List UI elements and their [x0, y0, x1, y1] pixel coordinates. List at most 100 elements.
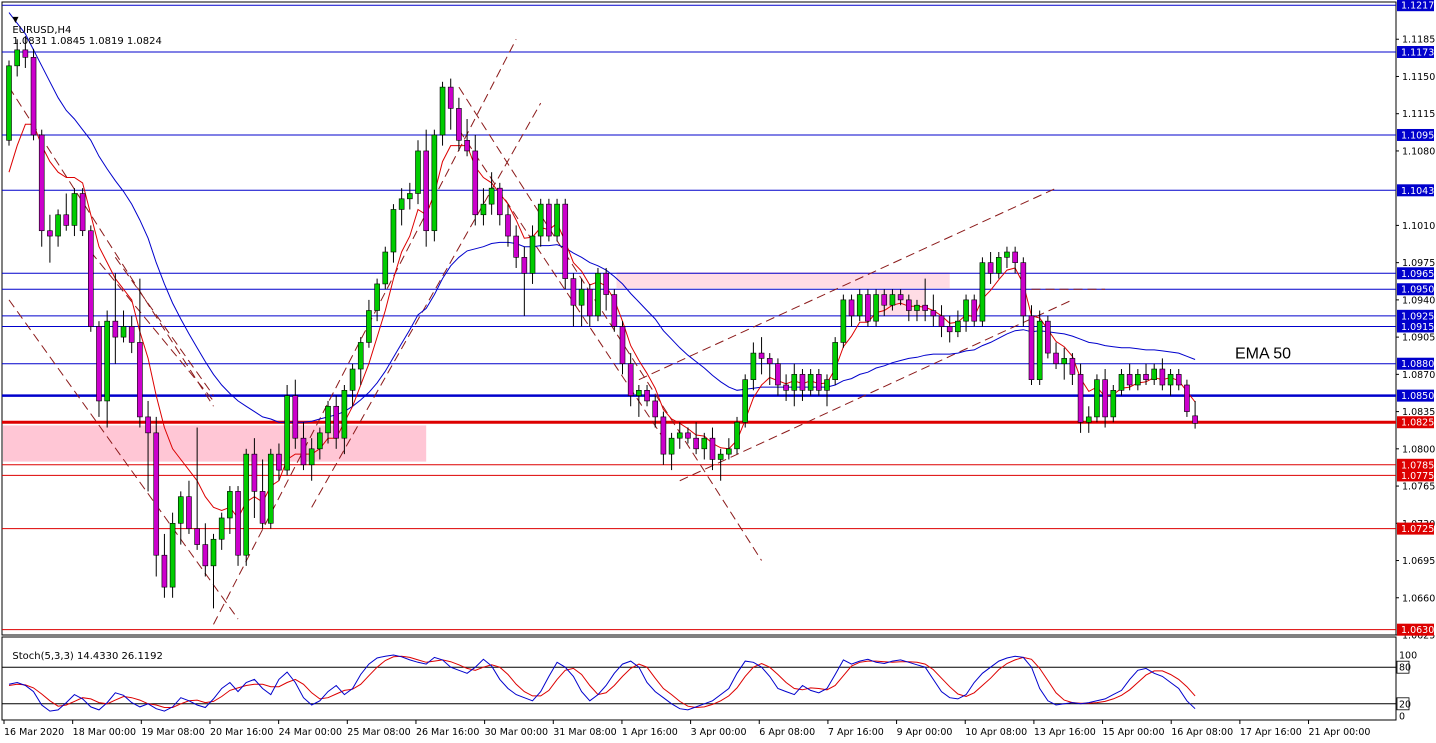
- candle: [1110, 384, 1117, 423]
- candle-body: [832, 342, 838, 380]
- candle: [848, 294, 855, 327]
- candle: [63, 193, 70, 231]
- price-tick-label: 1.1185: [1402, 35, 1435, 46]
- candle: [71, 188, 78, 237]
- candle: [137, 278, 143, 428]
- price-tick-label: 1.1115: [1402, 109, 1435, 120]
- candle-body: [1004, 251, 1010, 258]
- time-tick-label: 20 Mar 16:00: [210, 727, 273, 738]
- candle-body: [79, 193, 86, 232]
- candle-body: [71, 193, 78, 226]
- candle-body: [807, 374, 814, 391]
- candle: [210, 533, 217, 609]
- candle-body: [627, 363, 634, 396]
- stochastic-panel: 10080 20 0: [2, 651, 1417, 723]
- candle-body: [259, 491, 266, 524]
- candle: [701, 432, 708, 460]
- candle-body: [398, 198, 405, 210]
- candle: [1012, 246, 1018, 274]
- candle: [38, 129, 45, 247]
- candle-body: [529, 235, 536, 274]
- candle: [644, 384, 650, 407]
- candle: [529, 225, 536, 284]
- candle-body: [995, 257, 1002, 274]
- candle-body: [177, 496, 184, 524]
- candle-body: [267, 453, 274, 524]
- candle-body: [799, 374, 806, 391]
- candle: [840, 294, 847, 348]
- candle: [693, 422, 699, 455]
- candle-body: [1069, 358, 1076, 375]
- chart-canvas[interactable]: 10080 20 0 1.1185 1.1150 1.1115 1.1080 1.1010 1…: [0, 0, 1436, 743]
- stoch-tick-label: 80: [1399, 663, 1411, 674]
- candle: [79, 188, 86, 237]
- candle: [595, 267, 601, 322]
- horizontal-levels: [2, 4, 1396, 631]
- level-price-tag-label: 1.0915: [1401, 322, 1434, 333]
- candle: [439, 81, 446, 146]
- candle-body: [1077, 374, 1084, 423]
- candle-body: [971, 299, 978, 322]
- candle: [202, 523, 209, 577]
- time-tick-label: 6 Apr 08:00: [759, 727, 815, 738]
- candle-body: [276, 453, 282, 471]
- candle-body: [570, 278, 577, 306]
- candle-body: [1143, 374, 1149, 380]
- candle-body: [709, 437, 716, 460]
- candle: [186, 480, 192, 534]
- candle: [1094, 374, 1100, 423]
- candle: [30, 48, 37, 141]
- candle-body: [1126, 374, 1133, 386]
- candle-body: [1061, 358, 1068, 365]
- candle-body: [881, 294, 888, 306]
- candle-body: [914, 304, 920, 311]
- candle: [578, 278, 585, 327]
- candle-body: [734, 421, 740, 450]
- candle: [603, 267, 609, 311]
- candle: [816, 369, 822, 396]
- candle-body: [1053, 352, 1059, 365]
- price-tick-label: 1.1150: [1402, 72, 1435, 83]
- price-tick-label: 1.1010: [1402, 221, 1435, 232]
- time-tick-label: 15 Apr 00:00: [1103, 727, 1165, 738]
- candle: [1085, 406, 1092, 433]
- candle: [1028, 305, 1035, 385]
- candle-body: [1151, 368, 1157, 380]
- candle: [562, 198, 569, 290]
- candle-body: [644, 390, 650, 402]
- price-tick-label: 1.0765: [1402, 482, 1435, 493]
- candle-body: [235, 491, 241, 556]
- candle-body: [611, 294, 618, 327]
- candles: [6, 36, 1198, 609]
- candle: [1053, 342, 1059, 370]
- candle-body: [1175, 374, 1182, 386]
- candle: [1004, 246, 1010, 268]
- time-tick-label: 31 Mar 08:00: [553, 727, 616, 738]
- candle-body: [537, 203, 544, 237]
- candle: [832, 337, 838, 385]
- candle-body: [128, 326, 135, 343]
- time-tick-label: 19 Mar 08:00: [141, 727, 204, 738]
- candle-body: [137, 342, 143, 418]
- candle: [6, 60, 12, 146]
- candle-body: [472, 150, 479, 216]
- candle: [1102, 369, 1108, 428]
- collapse-triangle-icon[interactable]: ▼: [12, 15, 18, 24]
- candle-body: [578, 288, 585, 306]
- candle: [349, 363, 356, 407]
- candle: [946, 315, 953, 343]
- ohlc-values: 1.0831 1.0845 1.0819 1.0824: [12, 36, 162, 47]
- candle-body: [88, 230, 94, 327]
- candle: [407, 182, 413, 210]
- zone-rect: [616, 272, 950, 289]
- level-price-tag-label: 1.0965: [1401, 269, 1434, 280]
- candle-body: [816, 374, 822, 391]
- candle-body: [938, 315, 945, 327]
- candle-body: [300, 437, 307, 466]
- candle: [488, 172, 495, 215]
- candle-body: [38, 134, 45, 232]
- candle: [1020, 257, 1027, 327]
- candle-body: [317, 432, 323, 450]
- price-tick-label: 1.0905: [1402, 333, 1435, 344]
- candle: [398, 188, 405, 226]
